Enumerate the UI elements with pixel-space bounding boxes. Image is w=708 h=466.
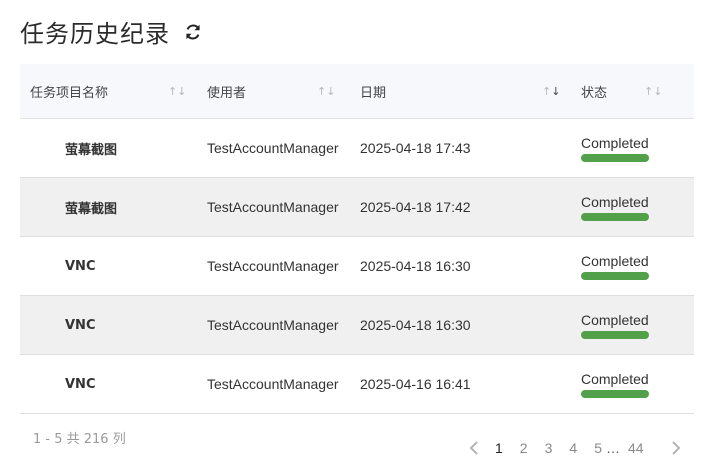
- status-progress-bar: [581, 330, 649, 339]
- page-title: 任务历史纪录: [20, 20, 170, 48]
- page-1-button[interactable]: 1: [495, 440, 503, 456]
- status-progress-bar: [581, 212, 649, 221]
- history-table: 任务项目名称 ↑↓ 使用者 ↑↓ 日期 ↑↓ 状态 ↑↓ 萤幕截图 TestAc…: [20, 64, 694, 414]
- page-3-button[interactable]: 3: [545, 440, 553, 456]
- refresh-icon[interactable]: [182, 21, 204, 43]
- table-row[interactable]: VNC TestAccountManager 2025-04-18 16:30 …: [20, 296, 694, 355]
- status-text: Completed: [581, 193, 649, 210]
- status-text: Completed: [581, 252, 649, 269]
- page-4-button[interactable]: 4: [569, 440, 577, 456]
- column-header-user[interactable]: 使用者 ↑↓: [197, 64, 350, 118]
- status-text: Completed: [581, 370, 649, 387]
- task-name-cell: 萤幕截图: [65, 201, 118, 217]
- date-cell: 2025-04-18 17:42: [360, 199, 471, 215]
- status-text: Completed: [581, 134, 649, 151]
- table-row[interactable]: VNC TestAccountManager 2025-04-18 16:30 …: [20, 237, 694, 296]
- user-cell: TestAccountManager: [207, 258, 339, 274]
- status-cell: Completed: [571, 371, 694, 398]
- task-name-cell: VNC: [65, 317, 96, 333]
- status-cell: Completed: [571, 194, 694, 221]
- sort-desc-icon[interactable]: ↑↓: [542, 85, 560, 98]
- status-progress-bar: [581, 153, 649, 162]
- sort-icon[interactable]: ↑↓: [168, 85, 186, 98]
- sort-icon[interactable]: ↑↓: [317, 85, 335, 98]
- task-name-cell: VNC: [65, 258, 96, 274]
- title-row: 任务历史纪录: [20, 14, 204, 49]
- table-row[interactable]: 萤幕截图 TestAccountManager 2025-04-18 17:43…: [20, 119, 694, 178]
- page-2-button[interactable]: 2: [520, 440, 528, 456]
- date-cell: 2025-04-18 16:30: [360, 317, 471, 333]
- page-last-button[interactable]: 44: [628, 440, 644, 456]
- status-progress-bar: [581, 389, 649, 398]
- status-cell: Completed: [571, 253, 694, 280]
- row-count-label: 1 - 5 共 216 列: [33, 432, 126, 447]
- chevron-right-icon[interactable]: [668, 438, 684, 458]
- date-cell: 2025-04-18 17:43: [360, 140, 471, 156]
- date-cell: 2025-04-16 16:41: [360, 376, 471, 392]
- pagination: 1 2 3 4 5 … 44: [466, 438, 684, 458]
- user-cell: TestAccountManager: [207, 376, 339, 392]
- sort-icon[interactable]: ↑↓: [644, 85, 662, 98]
- user-cell: TestAccountManager: [207, 199, 339, 215]
- user-cell: TestAccountManager: [207, 317, 339, 333]
- status-cell: Completed: [571, 135, 694, 162]
- table-header: 任务项目名称 ↑↓ 使用者 ↑↓ 日期 ↑↓ 状态 ↑↓: [20, 64, 694, 119]
- user-cell: TestAccountManager: [207, 140, 339, 156]
- date-cell: 2025-04-18 16:30: [360, 258, 471, 274]
- table-row[interactable]: VNC TestAccountManager 2025-04-16 16:41 …: [20, 355, 694, 414]
- chevron-left-icon[interactable]: [466, 438, 482, 458]
- column-header-date[interactable]: 日期 ↑↓: [350, 64, 571, 118]
- task-name-cell: 萤幕截图: [65, 142, 118, 158]
- table-row[interactable]: 萤幕截图 TestAccountManager 2025-04-18 17:42…: [20, 178, 694, 237]
- page-5-button[interactable]: 5: [594, 440, 602, 456]
- status-cell: Completed: [571, 312, 694, 339]
- task-name-cell: VNC: [65, 376, 96, 392]
- status-progress-bar: [581, 271, 649, 280]
- column-header-task-name[interactable]: 任务项目名称 ↑↓: [20, 64, 197, 118]
- column-header-status[interactable]: 状态 ↑↓: [571, 64, 694, 118]
- status-text: Completed: [581, 311, 649, 328]
- pagination-ellipsis: …: [605, 440, 620, 456]
